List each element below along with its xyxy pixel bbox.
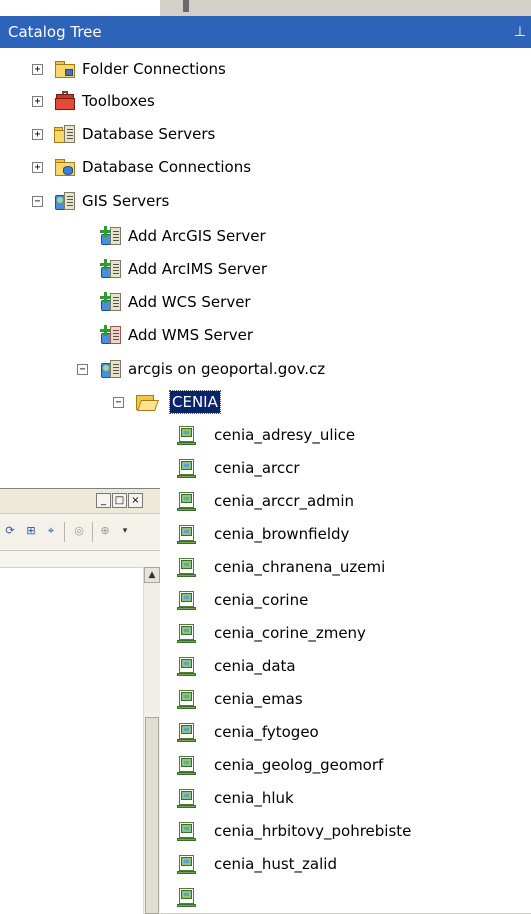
database-connection-icon bbox=[54, 157, 76, 177]
map-service-icon bbox=[176, 854, 198, 874]
tree-node-map-service[interactable]: cenia_arccr bbox=[0, 457, 531, 479]
tree-node-map-service[interactable]: cenia_geolog_geomorf bbox=[0, 754, 531, 776]
map-service-icon bbox=[176, 887, 198, 907]
tree-node-label: Folder Connections bbox=[82, 60, 226, 78]
tree-node-label: Add ArcGIS Server bbox=[128, 227, 266, 245]
map-service-icon bbox=[176, 755, 198, 775]
map-service-icon bbox=[176, 722, 198, 742]
expand-icon[interactable]: + bbox=[32, 64, 43, 75]
tree-node-add-wms-server[interactable]: Add WMS Server bbox=[0, 324, 531, 346]
folder-connection-icon bbox=[54, 59, 76, 79]
tree-node-label: cenia_hrbitovy_pohrebiste bbox=[214, 822, 412, 840]
map-service-icon bbox=[176, 821, 198, 841]
tree-node-toolboxes[interactable]: + Toolboxes bbox=[0, 90, 531, 112]
background-edge bbox=[183, 0, 189, 12]
open-folder-icon bbox=[135, 392, 160, 412]
tree-node-label-selected: CENIA bbox=[169, 390, 221, 414]
tree-node-label: cenia_emas bbox=[214, 690, 303, 708]
tree-node-label: cenia_corine bbox=[214, 591, 309, 609]
expand-icon[interactable]: + bbox=[32, 162, 43, 173]
tree-node-label: cenia_corine_zmeny bbox=[214, 624, 366, 642]
tree-node-label: GIS Servers bbox=[82, 192, 170, 210]
tree-node-label: arcgis on geoportal.gov.cz bbox=[128, 360, 326, 378]
tree-node-label: cenia_data bbox=[214, 657, 296, 675]
add-server-icon bbox=[100, 325, 122, 345]
tree-node-label: cenia_hluk bbox=[214, 789, 294, 807]
tree-node-label: cenia_adresy_ulice bbox=[214, 426, 356, 444]
tree-node-map-service[interactable]: cenia_hluk bbox=[0, 787, 531, 809]
add-server-icon bbox=[100, 226, 122, 246]
map-service-icon bbox=[176, 557, 198, 577]
gis-server-icon bbox=[100, 359, 122, 379]
map-service-icon bbox=[176, 458, 198, 478]
collapse-icon[interactable]: − bbox=[113, 397, 124, 408]
tree-node-database-servers[interactable]: + Database Servers bbox=[0, 123, 531, 145]
gis-server-icon bbox=[54, 191, 76, 211]
tree-node-cenia-folder[interactable]: − CENIA bbox=[0, 390, 531, 414]
tree-node-add-arcims-server[interactable]: Add ArcIMS Server bbox=[0, 258, 531, 280]
tree-node-map-service[interactable]: cenia_hust_zalid bbox=[0, 853, 531, 875]
tree-node-gis-servers[interactable]: − GIS Servers bbox=[0, 190, 531, 212]
expand-icon[interactable]: + bbox=[32, 129, 43, 140]
tree-node-map-service[interactable]: cenia_data bbox=[0, 655, 531, 677]
tree-node-label: Toolboxes bbox=[82, 92, 155, 110]
map-service-icon bbox=[176, 425, 198, 445]
tree-node-database-connections[interactable]: + Database Connections bbox=[0, 156, 531, 178]
tree-node-label: cenia_fytogeo bbox=[214, 723, 319, 741]
map-service-icon bbox=[176, 623, 198, 643]
tree-node-label: Add WCS Server bbox=[128, 293, 251, 311]
tree-node-label: cenia_arccr bbox=[214, 459, 300, 477]
catalog-tree-panel: Catalog Tree ⊥ + Folder Connections + To… bbox=[0, 0, 531, 913]
expand-icon[interactable]: + bbox=[32, 96, 43, 107]
tree-node-label: Add ArcIMS Server bbox=[128, 260, 267, 278]
collapse-icon[interactable]: − bbox=[77, 364, 88, 375]
collapse-icon[interactable]: − bbox=[32, 196, 43, 207]
tree-node-add-wcs-server[interactable]: Add WCS Server bbox=[0, 291, 531, 313]
tree-node-label: cenia_geolog_geomorf bbox=[214, 756, 384, 774]
catalog-tree-body[interactable]: + Folder Connections + Toolboxes + Datab… bbox=[0, 48, 531, 913]
tree-node-map-service-partial[interactable] bbox=[0, 886, 531, 913]
map-service-icon bbox=[176, 524, 198, 544]
database-server-icon bbox=[54, 124, 76, 144]
toolbox-icon bbox=[54, 91, 76, 111]
tree-node-label: cenia_hust_zalid bbox=[214, 855, 337, 873]
tree-node-map-service[interactable]: cenia_hrbitovy_pohrebiste bbox=[0, 820, 531, 842]
pin-icon[interactable]: ⊥ bbox=[513, 21, 527, 43]
tree-node-map-service[interactable]: cenia_arccr_admin bbox=[0, 490, 531, 512]
map-service-icon bbox=[176, 656, 198, 676]
map-service-icon bbox=[176, 491, 198, 511]
tree-node-label: Database Servers bbox=[82, 125, 216, 143]
tree-node-map-service[interactable]: cenia_corine_zmeny bbox=[0, 622, 531, 644]
catalog-tree-title: Catalog Tree bbox=[8, 23, 102, 41]
map-service-icon bbox=[176, 689, 198, 709]
tree-node-add-arcgis-server[interactable]: Add ArcGIS Server bbox=[0, 225, 531, 247]
add-server-icon bbox=[100, 292, 122, 312]
tree-node-map-service[interactable]: cenia_chranena_uzemi bbox=[0, 556, 531, 578]
tree-node-folder-connections[interactable]: + Folder Connections bbox=[0, 58, 531, 80]
tree-node-label: Database Connections bbox=[82, 158, 252, 176]
tree-node-map-service[interactable]: cenia_adresy_ulice bbox=[0, 424, 531, 446]
tree-node-map-service[interactable]: cenia_fytogeo bbox=[0, 721, 531, 743]
map-service-icon bbox=[176, 590, 198, 610]
tree-node-label: cenia_chranena_uzemi bbox=[214, 558, 386, 576]
add-server-icon bbox=[100, 259, 122, 279]
catalog-tree-header[interactable]: Catalog Tree ⊥ bbox=[0, 16, 531, 48]
tree-node-map-service[interactable]: cenia_brownfieldy bbox=[0, 523, 531, 545]
tree-node-map-service[interactable]: cenia_corine bbox=[0, 589, 531, 611]
tree-node-label: Add WMS Server bbox=[128, 326, 254, 344]
tree-node-label: cenia_brownfieldy bbox=[214, 525, 350, 543]
tree-node-arcgis-server[interactable]: − arcgis on geoportal.gov.cz bbox=[0, 358, 531, 380]
tree-node-label: cenia_arccr_admin bbox=[214, 492, 355, 510]
tree-node-map-service[interactable]: cenia_emas bbox=[0, 688, 531, 710]
map-service-icon bbox=[176, 788, 198, 808]
